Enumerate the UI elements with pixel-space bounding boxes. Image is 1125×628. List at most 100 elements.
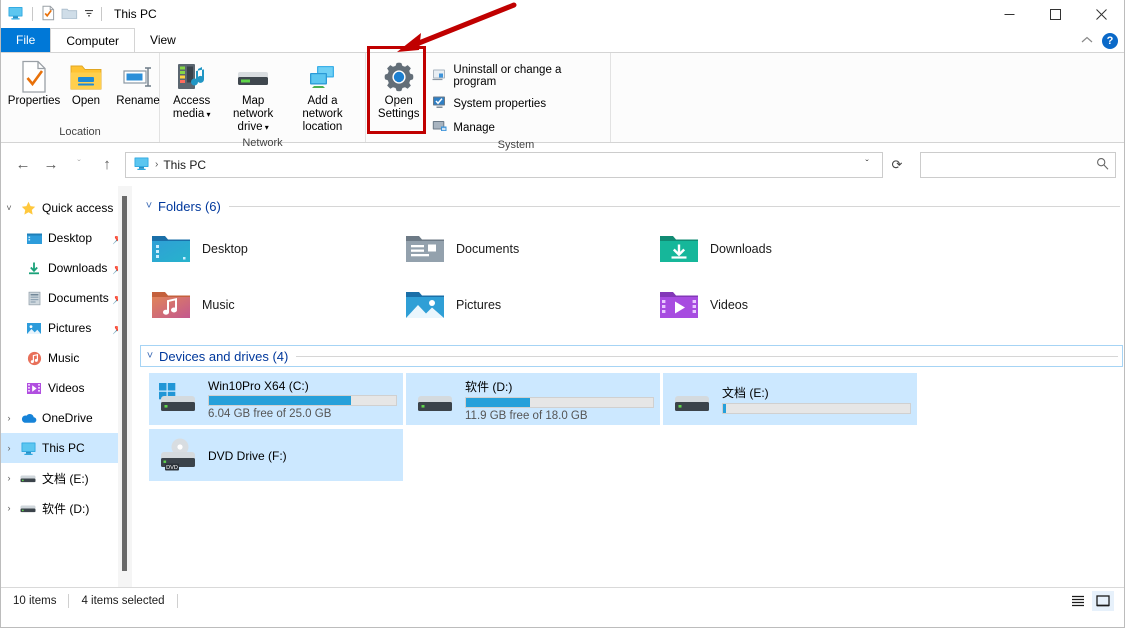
open-settings-icon: [381, 59, 417, 95]
large-icons-view-button[interactable]: [1092, 591, 1114, 611]
sidebar-item-music[interactable]: Music: [1, 343, 132, 373]
folder-item-music[interactable]: Music: [150, 277, 404, 333]
folder-item-pictures[interactable]: Pictures: [404, 277, 658, 333]
group-header-devices-and-drives[interactable]: ˅ Devices and drives (4): [140, 345, 1123, 367]
tab-file[interactable]: File: [1, 28, 50, 52]
sidebar-item-this-pc[interactable]: › This PC: [1, 433, 132, 463]
properties-icon: [19, 59, 49, 95]
chevron-down-icon[interactable]: ˅: [1, 203, 17, 213]
breadcrumb-item-this-pc[interactable]: This PC: [163, 158, 206, 172]
folder-item-videos[interactable]: Videos: [658, 277, 912, 333]
properties-button[interactable]: Properties: [8, 57, 60, 110]
chevron-down-icon[interactable]: ▾: [262, 123, 268, 132]
chevron-down-icon[interactable]: ˅: [141, 350, 159, 362]
navigation-pane-scrollbar[interactable]: [118, 186, 132, 587]
access-media-button[interactable]: Access media ▾: [164, 57, 219, 123]
manage-button[interactable]: Manage: [429, 117, 603, 138]
chevron-right-icon[interactable]: ›: [1, 443, 17, 453]
chevron-right-icon[interactable]: ›: [1, 473, 17, 483]
sidebar-item-label: Downloads: [48, 261, 107, 275]
recent-locations-button[interactable]: ˇ: [65, 151, 93, 179]
quick-access-toolbar: [7, 5, 95, 24]
drive-item-dvd[interactable]: DVD DVD Drive (F:): [149, 429, 403, 481]
search-input[interactable]: [927, 157, 1096, 173]
system-properties-button[interactable]: System properties: [429, 93, 603, 114]
sidebar-item-drive-d[interactable]: › 软件 (D:): [1, 493, 132, 523]
help-icon[interactable]: ?: [1102, 33, 1118, 49]
forward-button[interactable]: →: [37, 151, 65, 179]
sidebar-item-videos[interactable]: Videos: [1, 373, 132, 403]
this-pc-icon[interactable]: [7, 5, 24, 24]
videos-folder-icon: [658, 286, 700, 325]
map-network-drive-icon: [233, 59, 273, 95]
add-network-location-button[interactable]: Add a network location: [287, 57, 358, 136]
properties-icon[interactable]: [41, 5, 56, 24]
sidebar-item-documents[interactable]: Documents 📌: [1, 283, 132, 313]
folder-item-documents[interactable]: Documents: [404, 221, 658, 277]
new-folder-icon[interactable]: [61, 6, 78, 23]
chevron-down-icon[interactable]: ˅: [140, 200, 158, 212]
refresh-button[interactable]: ⟳: [886, 153, 908, 177]
add-network-location-label-2: location: [303, 121, 343, 134]
ribbon-group-location-label: Location: [1, 125, 159, 142]
scrollbar-thumb[interactable]: [122, 196, 127, 571]
drive-item-d[interactable]: 软件 (D:) 11.9 GB free of 18.0 GB: [406, 373, 660, 425]
drives-grid: Win10Pro X64 (C:) 6.04 GB free of 25.0 G…: [149, 373, 1124, 481]
chevron-right-icon[interactable]: ›: [1, 413, 17, 423]
sidebar-item-downloads[interactable]: Downloads 📌: [1, 253, 132, 283]
pictures-folder-icon: [23, 321, 45, 336]
map-network-drive-label-1: Map network: [224, 95, 282, 121]
ribbon-group-network: Access media ▾ Map network drive ▾ Add a…: [160, 53, 366, 142]
drive-info: DVD Drive (F:): [208, 448, 397, 463]
open-settings-button[interactable]: Open Settings: [372, 57, 425, 123]
status-item-count: 10 items: [13, 595, 56, 607]
open-button[interactable]: Open: [60, 57, 112, 110]
breadcrumb-bar[interactable]: › This PC ˇ: [125, 152, 883, 178]
open-folder-icon: [69, 59, 103, 95]
search-box[interactable]: [920, 152, 1116, 178]
folder-label: Desktop: [202, 242, 248, 256]
customize-quick-access-icon[interactable]: [83, 7, 95, 22]
onedrive-icon: [17, 412, 39, 425]
system-properties-label: System properties: [453, 98, 546, 110]
back-button[interactable]: ←: [9, 151, 37, 179]
folder-item-desktop[interactable]: Desktop: [150, 221, 404, 277]
map-network-drive-button[interactable]: Map network drive ▾: [219, 57, 287, 136]
folder-item-downloads[interactable]: Downloads: [658, 221, 912, 277]
address-dropdown-button[interactable]: ˇ: [856, 153, 878, 177]
breadcrumb[interactable]: › This PC: [133, 156, 206, 174]
drive-info: 软件 (D:) 11.9 GB free of 18.0 GB: [465, 377, 654, 422]
manage-icon: [432, 119, 447, 136]
windows-drive-icon: [155, 380, 201, 419]
drive-icon: [17, 473, 39, 484]
tab-computer[interactable]: Computer: [50, 28, 135, 52]
sidebar-item-pictures[interactable]: Pictures 📌: [1, 313, 132, 343]
sidebar-item-onedrive[interactable]: › OneDrive: [1, 403, 132, 433]
close-button[interactable]: [1078, 0, 1124, 28]
manage-label: Manage: [453, 122, 495, 134]
maximize-button[interactable]: [1032, 0, 1078, 28]
minimize-button[interactable]: [986, 0, 1032, 28]
access-media-icon: [174, 59, 210, 95]
folder-label: Pictures: [456, 298, 501, 312]
rename-button[interactable]: Rename: [112, 57, 164, 110]
search-icon[interactable]: [1096, 157, 1109, 173]
chevron-right-icon[interactable]: ›: [1, 503, 17, 513]
drive-item-c[interactable]: Win10Pro X64 (C:) 6.04 GB free of 25.0 G…: [149, 373, 403, 425]
drive-item-e[interactable]: 文档 (E:): [663, 373, 917, 425]
sidebar-item-quick-access[interactable]: ˅ Quick access: [1, 193, 132, 223]
open-label: Open: [72, 95, 100, 108]
up-button[interactable]: ↑: [93, 151, 121, 179]
drive-usage-fill: [723, 404, 726, 413]
folder-label: Music: [202, 298, 235, 312]
chevron-down-icon[interactable]: ▾: [204, 110, 210, 119]
ribbon-tab-bar-right: ?: [1081, 33, 1118, 49]
collapse-ribbon-icon[interactable]: [1081, 36, 1093, 47]
tab-view[interactable]: View: [135, 28, 191, 52]
sidebar-item-drive-e[interactable]: › 文档 (E:): [1, 463, 132, 493]
details-view-button[interactable]: [1067, 591, 1089, 611]
group-header-folders[interactable]: ˅ Folders (6): [140, 195, 1124, 217]
uninstall-program-button[interactable]: Uninstall or change a program: [429, 62, 603, 90]
sidebar-item-desktop[interactable]: Desktop 📌: [1, 223, 132, 253]
access-media-label-2: media: [173, 108, 204, 120]
